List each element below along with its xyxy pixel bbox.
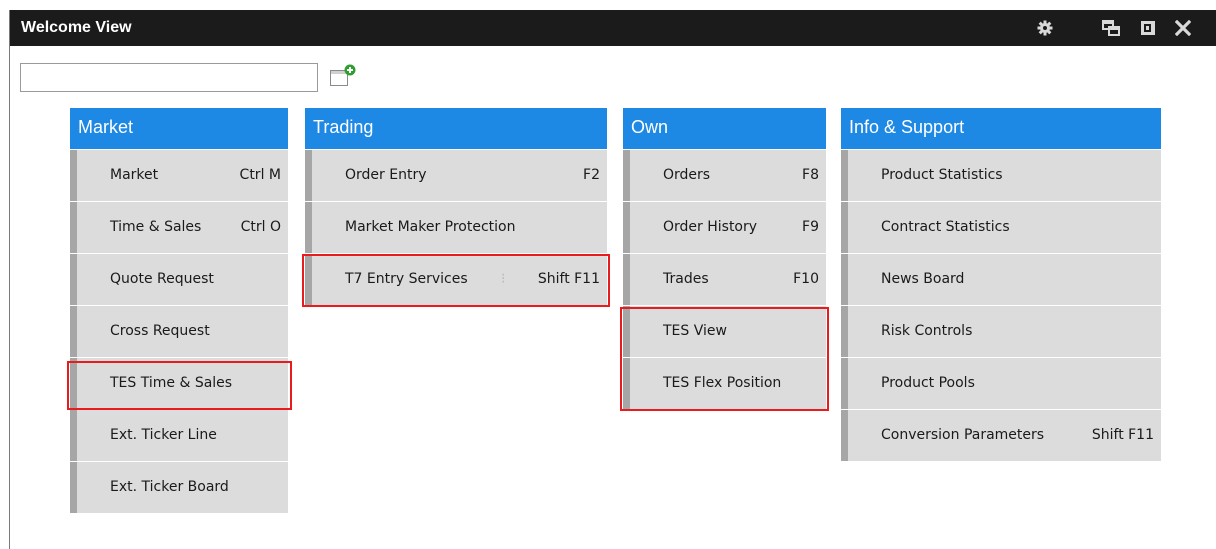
menu-item-label: News Board [881,271,965,287]
trading-column-header: Trading [305,108,607,149]
shortcut-label: F9 [802,219,819,235]
separator-dots: ⁝ [501,271,506,287]
shortcut-label: F10 [793,271,819,287]
menu-item-product-pools[interactable]: Product Pools [841,358,1161,409]
menu-item-trades[interactable]: Trades F10 [623,254,826,305]
menu-item-label: Market [110,167,159,183]
menu-item-ext-ticker-board[interactable]: Ext. Ticker Board [70,462,288,513]
menu-item-label: Ext. Ticker Board [110,479,229,495]
menu-item-label: Product Pools [881,375,975,391]
menu-item-contract-statistics[interactable]: Contract Statistics [841,202,1161,253]
menu-item-label: Conversion Parameters [881,427,1045,443]
menu-item-quote-request[interactable]: Quote Request [70,254,288,305]
menu-item-order-entry[interactable]: Order Entry F2 [305,150,607,201]
shortcut-label: Ctrl O [240,219,281,235]
title-bar[interactable]: Welcome View [10,10,1216,46]
menu-item-market-maker-protection[interactable]: Market Maker Protection [305,202,607,253]
window-title: Welcome View [21,19,132,36]
gear-icon[interactable] [1035,18,1055,38]
menu-item-label: Order Entry [345,167,427,183]
info-support-column-header: Info & Support [841,108,1161,149]
menu-item-cross-request[interactable]: Cross Request [70,306,288,357]
search-input[interactable] [20,63,318,92]
add-view-icon [330,64,356,86]
menu-item-label: T7 Entry Services [345,271,468,287]
market-column-header: Market [70,108,288,149]
menu-item-label: Contract Statistics [881,219,1010,235]
menu-item-label: Quote Request [110,271,214,287]
own-column-header: Own [623,108,826,149]
shortcut-label: Shift F11 [1091,427,1154,443]
menu-item-market[interactable]: Market Ctrl M [70,150,288,201]
shortcut-label: Shift F11 [537,271,600,287]
menu-item-time-sales[interactable]: Time & Sales Ctrl O [70,202,288,253]
menu-item-conversion-parameters[interactable]: Conversion Parameters Shift F11 [841,410,1161,461]
menu-item-label: Product Statistics [881,167,1003,183]
menu-item-tes-view[interactable]: TES View [623,306,826,357]
menu-item-label: TES Time & Sales [110,375,233,391]
menu-item-label: TES View [663,323,727,339]
menu-item-label: Market Maker Protection [345,219,516,235]
menu-item-label: Cross Request [110,323,210,339]
menu-item-order-history[interactable]: Order History F9 [623,202,826,253]
trading-column: Trading Order Entry F2 Market Maker Prot… [305,108,607,305]
menu-item-label: Trades [663,271,709,287]
close-icon[interactable] [1173,18,1193,38]
menu-item-risk-controls[interactable]: Risk Controls [841,306,1161,357]
menu-item-ext-ticker-line[interactable]: Ext. Ticker Line [70,410,288,461]
menu-item-label: Orders [663,167,711,183]
menu-item-label: Order History [663,219,758,235]
menu-item-t7-entry-services[interactable]: T7 Entry Services ⁝ Shift F11 [305,254,607,305]
menu-item-product-statistics[interactable]: Product Statistics [841,150,1161,201]
menu-item-news-board[interactable]: News Board [841,254,1161,305]
shortcut-label: F2 [583,167,600,183]
add-view-button[interactable] [329,62,359,92]
menu-item-tes-time-sales[interactable]: TES Time & Sales [70,358,288,409]
menu-item-label: TES Flex Position [663,375,782,391]
market-column: Market Market Ctrl M Time & Sales Ctrl O… [70,108,288,513]
menu-item-orders[interactable]: Orders F8 [623,150,826,201]
shortcut-label: Ctrl M [239,167,281,183]
info-support-column: Info & Support Product Statistics Contra… [841,108,1161,461]
menu-item-tes-flex-position[interactable]: TES Flex Position [623,358,826,409]
menu-item-label: Ext. Ticker Line [110,427,217,443]
restore-windows-icon[interactable] [1101,18,1121,38]
menu-item-label: Risk Controls [881,323,973,339]
menu-item-label: Time & Sales [110,219,202,235]
detach-icon[interactable] [1138,18,1158,38]
shortcut-label: F8 [802,167,819,183]
own-column: Own Orders F8 Order History F9 Trades F1… [623,108,826,409]
